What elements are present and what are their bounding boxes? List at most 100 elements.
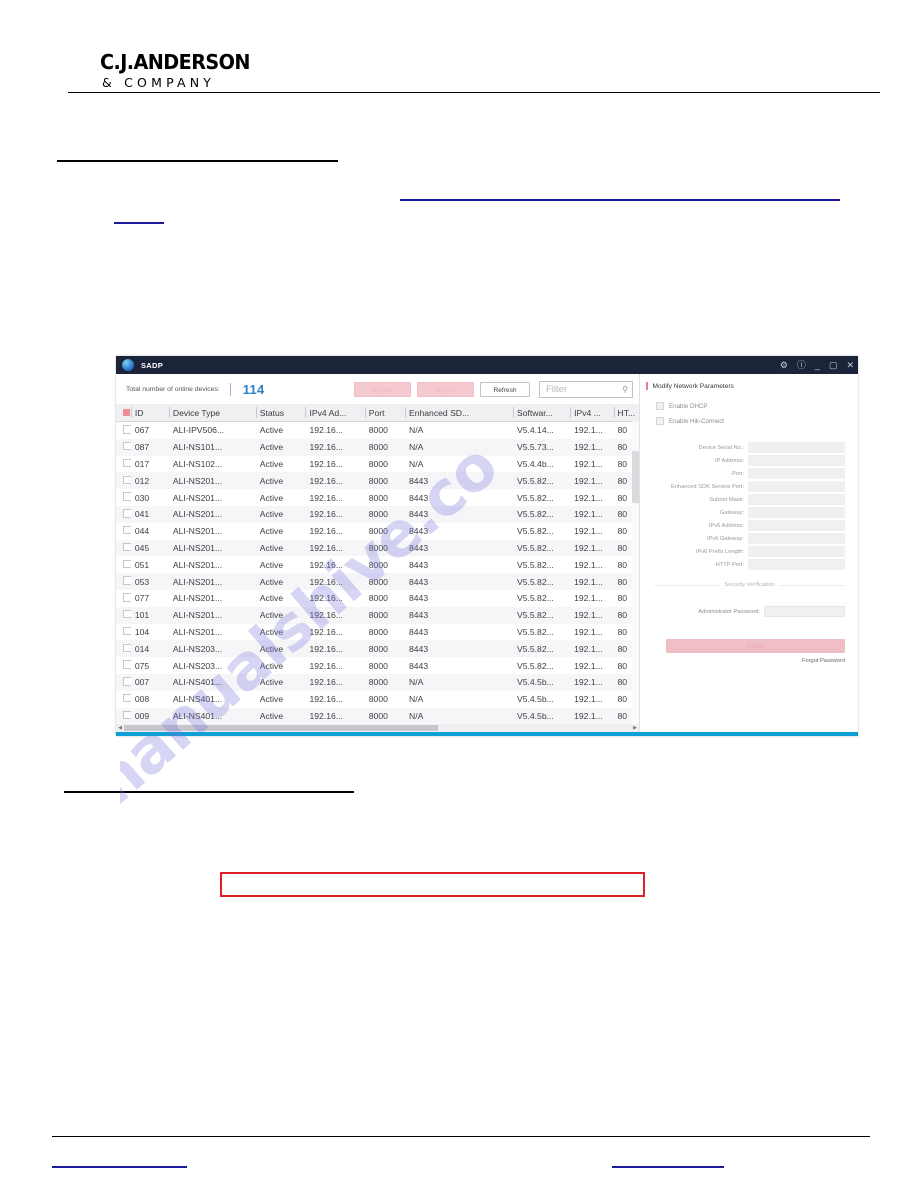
- row-checkbox-cell[interactable]: [116, 640, 131, 658]
- row-checkbox-cell[interactable]: [116, 573, 131, 590]
- column-header-ipv4-gateway[interactable]: IPv4 ...: [570, 404, 614, 422]
- row-checkbox[interactable]: [123, 492, 131, 501]
- filter-search-box[interactable]: Filter ⚲: [539, 380, 633, 398]
- param-field-input[interactable]: [748, 468, 845, 479]
- minimize-icon[interactable]: _: [815, 360, 820, 370]
- info-icon[interactable]: ⓘ: [797, 360, 806, 370]
- table-horizontal-scrollbar[interactable]: ◀ ▶: [116, 724, 639, 732]
- row-checkbox-cell[interactable]: [116, 523, 131, 540]
- param-field-input[interactable]: [748, 533, 845, 544]
- row-checkbox-cell[interactable]: [116, 438, 131, 456]
- row-checkbox-cell[interactable]: [116, 606, 131, 624]
- row-checkbox[interactable]: [123, 425, 131, 434]
- row-checkbox[interactable]: [123, 643, 131, 652]
- maximize-icon[interactable]: ▢: [829, 360, 838, 370]
- table-row[interactable]: 045 ALI-NS201... Active 192.16... 8000 8443 V5…: [116, 539, 639, 557]
- table-row[interactable]: 077 ALI-NS201... Active 192.16... 8000 8443 V5…: [116, 590, 639, 607]
- row-checkbox[interactable]: [123, 559, 131, 569]
- row-checkbox[interactable]: [123, 660, 131, 669]
- table-row[interactable]: 075 ALI-NS203... Active 192.16... 8000 8443 V5…: [116, 657, 639, 674]
- param-field-input[interactable]: [748, 559, 845, 570]
- row-checkbox[interactable]: [123, 475, 131, 485]
- hyperlink-rule-short[interactable]: [114, 222, 164, 224]
- refresh-button[interactable]: Refresh: [480, 381, 530, 397]
- row-checkbox-cell[interactable]: [116, 505, 131, 523]
- footer-link-right[interactable]: [612, 1166, 724, 1168]
- param-field-input[interactable]: [748, 442, 845, 453]
- scroll-right-icon[interactable]: ▶: [631, 724, 639, 732]
- window-titlebar[interactable]: SADP ⚙ ⓘ _ ▢ ✕: [116, 356, 858, 374]
- param-field-input[interactable]: [748, 494, 845, 505]
- table-row[interactable]: 041 ALI-NS201... Active 192.16... 8000 8443 V5…: [116, 505, 639, 523]
- table-row[interactable]: 030 ALI-NS201... Active 192.16... 8000 8443 V5…: [116, 489, 639, 506]
- row-checkbox[interactable]: [123, 441, 131, 451]
- table-vertical-scrollbar[interactable]: [632, 421, 639, 724]
- row-checkbox[interactable]: [123, 710, 131, 720]
- param-field-input[interactable]: [748, 520, 845, 531]
- row-checkbox-cell[interactable]: [116, 624, 131, 641]
- row-checkbox-cell[interactable]: [116, 657, 131, 674]
- enable-hik-connect-row[interactable]: Enable Hik-Connect: [640, 417, 857, 425]
- column-header-status[interactable]: Status: [255, 404, 306, 422]
- row-checkbox-cell[interactable]: [116, 556, 131, 573]
- row-checkbox-cell[interactable]: [116, 489, 131, 506]
- horizontal-scroll-track[interactable]: [124, 724, 631, 732]
- upload-button[interactable]: Upload: [354, 381, 411, 397]
- table-row[interactable]: 101 ALI-NS201... Active 192.16... 8000 8443 V5…: [116, 606, 639, 624]
- row-checkbox-cell[interactable]: [116, 472, 131, 490]
- table-row[interactable]: 012 ALI-NS201... Active 192.16... 8000 8443 V5…: [116, 472, 639, 490]
- row-checkbox[interactable]: [123, 626, 131, 636]
- table-row[interactable]: 007 ALI-NS401... Active 192.16... 8000 N/A V5.…: [116, 673, 639, 691]
- row-checkbox[interactable]: [123, 609, 131, 619]
- horizontal-scroll-thumb[interactable]: [124, 725, 439, 731]
- table-vertical-scroll-thumb[interactable]: [632, 451, 639, 503]
- row-checkbox-cell[interactable]: [116, 691, 131, 708]
- row-checkbox-cell[interactable]: [116, 590, 131, 607]
- row-checkbox[interactable]: [123, 542, 131, 552]
- enable-hik-connect-checkbox[interactable]: [656, 417, 664, 425]
- row-checkbox-cell[interactable]: [116, 673, 131, 691]
- column-header-software[interactable]: Softwar...: [512, 404, 571, 422]
- table-row[interactable]: 087 ALI-NS101... Active 192.16... 8000 N/A V5.…: [116, 438, 639, 456]
- table-row[interactable]: 008 ALI-NS401... Active 192.16... 8000 N/A V5.…: [116, 691, 639, 708]
- table-row[interactable]: 067 ALI-IPV506... Active 192.16... 8000 N/A V5…: [116, 422, 639, 439]
- row-checkbox[interactable]: [123, 509, 131, 518]
- close-icon[interactable]: ✕: [846, 360, 854, 370]
- table-row[interactable]: 017 ALI-NS102... Active 192.16... 8000 N/A V5.…: [116, 456, 639, 473]
- column-header-enhanced-sdk[interactable]: Enhanced SD...: [404, 404, 513, 422]
- scroll-left-icon[interactable]: ◀: [116, 724, 124, 732]
- enable-dhcp-row[interactable]: Enable DHCP: [640, 402, 857, 410]
- hyperlink-rule-long[interactable]: [400, 199, 840, 201]
- param-field-input[interactable]: [748, 546, 845, 557]
- select-all-checkbox[interactable]: [123, 408, 130, 416]
- modify-button[interactable]: Modify: [666, 639, 845, 653]
- search-icon[interactable]: ⚲: [622, 385, 628, 394]
- row-checkbox[interactable]: [123, 458, 131, 468]
- row-checkbox-cell[interactable]: [116, 539, 131, 557]
- gear-icon[interactable]: ⚙: [780, 360, 788, 370]
- row-checkbox-cell[interactable]: [116, 422, 131, 439]
- table-row[interactable]: 104 ALI-NS201... Active 192.16... 8000 8443 V5…: [116, 624, 639, 641]
- param-field-input[interactable]: [748, 507, 845, 518]
- table-row[interactable]: 044 ALI-NS201... Active 192.16... 8000 8443 V5…: [116, 523, 639, 540]
- column-header-device-type[interactable]: Device Type: [168, 404, 256, 422]
- footer-link-left[interactable]: [52, 1166, 187, 1168]
- column-header-ipv4-address[interactable]: IPv4 Ad...: [305, 404, 365, 422]
- table-row[interactable]: 009 ALI-NS401... Active 192.16... 8000 N/A V5.…: [116, 707, 639, 725]
- row-checkbox[interactable]: [123, 525, 131, 535]
- row-checkbox-cell[interactable]: [116, 707, 131, 725]
- param-field-input[interactable]: [748, 481, 845, 492]
- row-checkbox[interactable]: [123, 593, 131, 602]
- forgot-password-link[interactable]: Forgot Password: [640, 658, 857, 664]
- administrator-password-input[interactable]: [764, 606, 845, 617]
- row-checkbox[interactable]: [123, 677, 131, 686]
- table-row[interactable]: 053 ALI-NS201... Active 192.16... 8000 8443 V5…: [116, 573, 639, 590]
- column-header-http-port[interactable]: HT...: [613, 404, 639, 422]
- row-checkbox-cell[interactable]: [116, 456, 131, 473]
- row-checkbox[interactable]: [123, 576, 131, 585]
- export-button[interactable]: Export: [417, 381, 474, 397]
- table-row[interactable]: 051 ALI-NS201... Active 192.16... 8000 8443 V5…: [116, 556, 639, 573]
- enable-dhcp-checkbox[interactable]: [656, 402, 664, 410]
- select-all-header[interactable]: [116, 404, 131, 422]
- column-header-port[interactable]: Port: [364, 404, 405, 422]
